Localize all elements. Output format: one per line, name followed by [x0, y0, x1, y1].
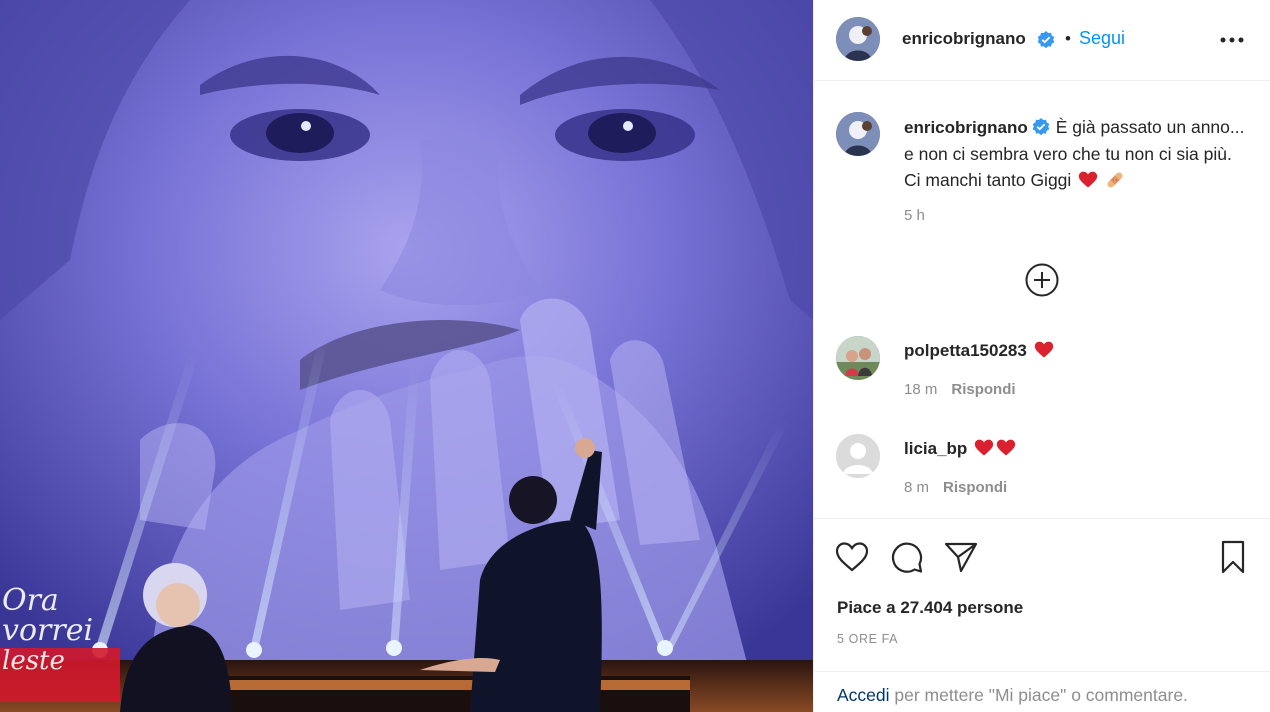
red-heart-icon: [1079, 171, 1098, 188]
overlay-line-2: vorrei: [2, 613, 94, 648]
red-heart-icon: [975, 439, 994, 456]
commenter-avatar-default[interactable]: [836, 434, 880, 478]
commenter-avatar[interactable]: [836, 336, 880, 380]
more-options-icon[interactable]: [1217, 28, 1247, 52]
overlay-line-1: Ora: [2, 583, 59, 618]
comment-item: polpetta150283 18 m Rispondi: [814, 336, 1270, 416]
bandage-icon: [1107, 172, 1123, 188]
login-prompt-suffix: per mettere "Mi piace" o commentare.: [894, 685, 1188, 705]
comment-bubble-icon[interactable]: [889, 539, 925, 575]
verified-badge-icon: [1032, 118, 1050, 136]
header-separator: •: [1065, 29, 1071, 48]
caption-username[interactable]: enricobrignano: [904, 118, 1028, 137]
comment-time: 8 m: [904, 479, 930, 496]
post-actions: Piace a 27.404 persone 5 ORE FA Accedi p…: [814, 518, 1270, 712]
comment-body: polpetta150283: [904, 340, 1054, 361]
like-count[interactable]: Piace a 27.404 persone: [837, 598, 1023, 618]
post-date: 5 ORE FA: [837, 632, 899, 646]
login-link[interactable]: Accedi: [837, 685, 890, 705]
post-image[interactable]: Ora vorrei leste: [0, 0, 813, 712]
paper-plane-icon[interactable]: [943, 539, 979, 575]
red-heart-icon: [1034, 341, 1053, 358]
comment-meta: 8 m Rispondi: [904, 479, 1007, 496]
plus-circle-icon[interactable]: [1024, 262, 1060, 298]
caption-author-avatar[interactable]: [836, 112, 880, 156]
comment-body: licia_bp: [904, 438, 1016, 459]
post-caption: enricobrignano È già passato un anno... …: [904, 114, 1249, 193]
caption-timestamp: 5 h: [904, 207, 925, 224]
reply-button[interactable]: Rispondi: [943, 479, 1007, 496]
red-heart-icon: [997, 439, 1016, 456]
author-username[interactable]: enricobrignano: [902, 29, 1026, 49]
post-header: enricobrignano • Segui: [814, 0, 1270, 81]
bookmark-icon[interactable]: [1215, 539, 1251, 575]
login-prompt: Accedi per mettere "Mi piace" o commenta…: [814, 671, 1270, 712]
heart-outline-icon[interactable]: [834, 539, 870, 575]
comment-username[interactable]: licia_bp: [904, 439, 967, 458]
follow-button[interactable]: Segui: [1079, 28, 1125, 49]
comment-time: 18 m: [904, 381, 938, 398]
comment-username[interactable]: polpetta150283: [904, 341, 1027, 360]
login-prompt-text: Accedi per mettere "Mi piace" o commenta…: [837, 685, 1188, 706]
reply-button[interactable]: Rispondi: [951, 381, 1015, 398]
broadcast-overlay-text: Ora vorrei leste: [2, 583, 122, 677]
post-side-panel: enricobrignano • Segui enricobrignano È …: [813, 0, 1270, 712]
verified-badge-icon: [1037, 31, 1055, 49]
comment-meta: 18 m Rispondi: [904, 381, 1016, 398]
author-avatar[interactable]: [836, 17, 880, 61]
overlay-line-3: leste: [2, 646, 65, 676]
comment-item: licia_bp 8 m Rispondi: [814, 434, 1270, 514]
